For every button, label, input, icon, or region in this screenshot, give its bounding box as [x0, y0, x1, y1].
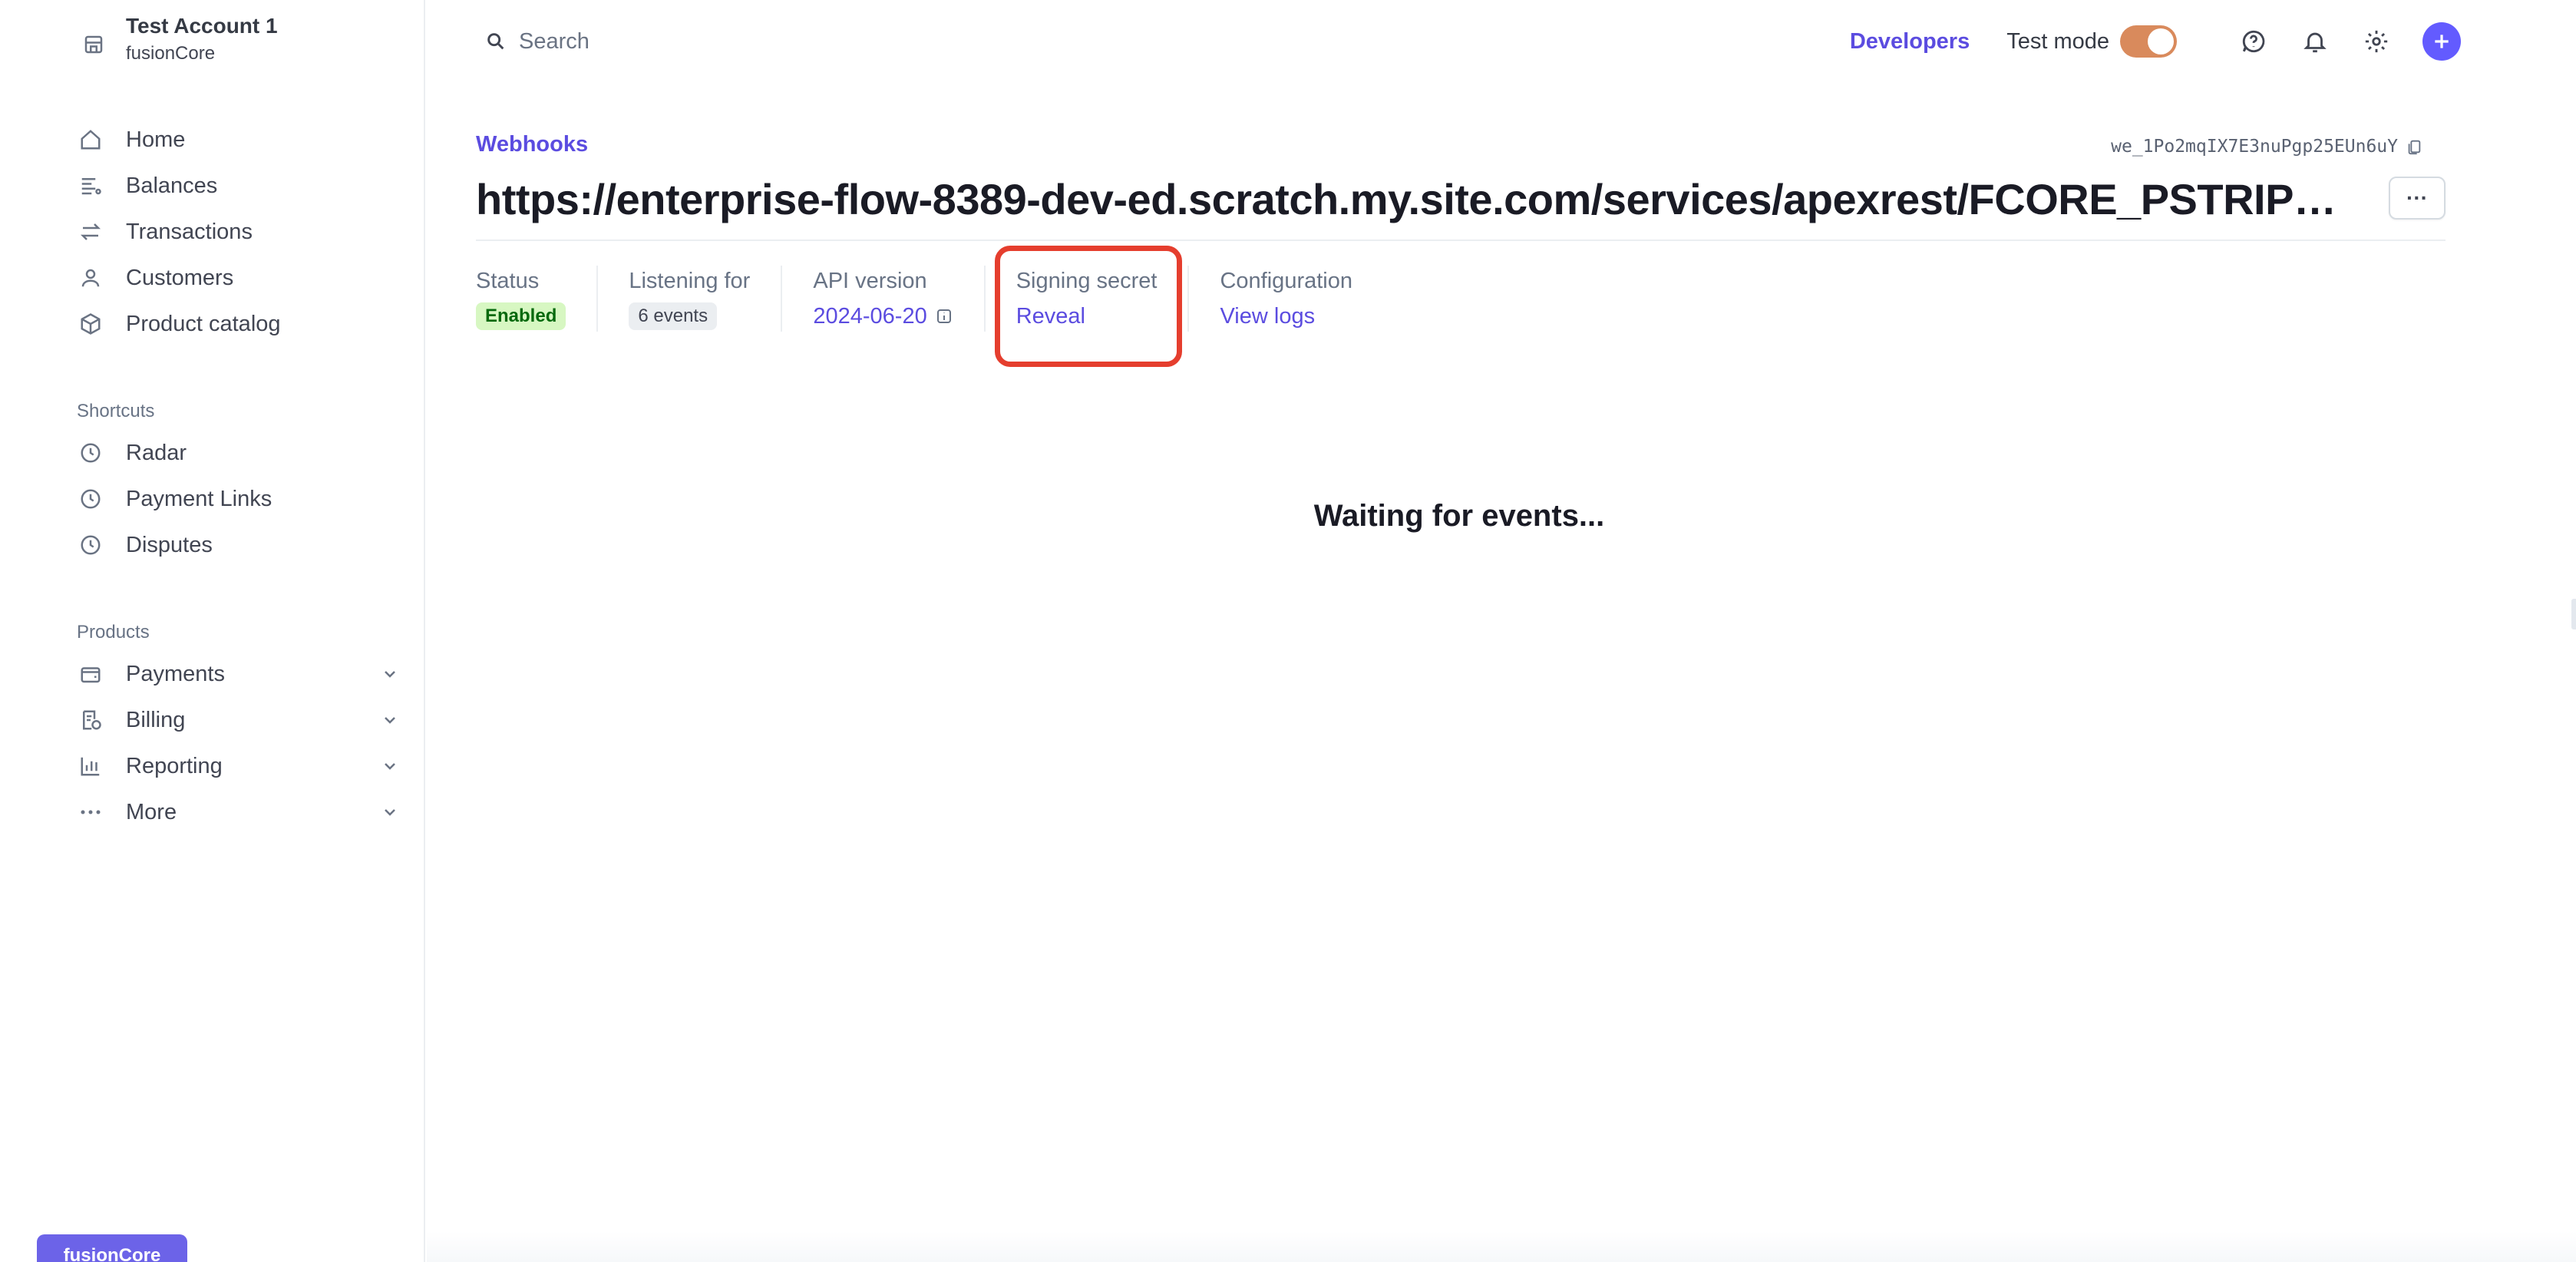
- sidebar-item-label: Payments: [126, 661, 225, 686]
- test-mode-toggle[interactable]: [2120, 25, 2177, 58]
- configuration-label: Configuration: [1220, 269, 1352, 293]
- status-badge: Enabled: [476, 302, 566, 330]
- sidebar: Test Account 1 fusionCore Home Balances …: [0, 0, 425, 1262]
- gear-icon[interactable]: [2361, 26, 2392, 57]
- sidebar-item-label: More: [126, 799, 177, 824]
- clock-icon: [77, 531, 104, 559]
- sidebar-item-reporting[interactable]: Reporting: [77, 743, 399, 789]
- sidebar-item-label: Radar: [126, 440, 187, 465]
- sidebar-item-payments[interactable]: Payments: [77, 651, 399, 697]
- bottom-shade: [427, 1231, 2576, 1262]
- top-bar: Search Developers Test mode: [427, 0, 2576, 83]
- developers-link[interactable]: Developers: [1850, 29, 1970, 55]
- search-icon: [487, 33, 504, 50]
- customers-icon: [77, 264, 104, 292]
- account-name: Test Account 1: [126, 14, 278, 38]
- sidebar-item-disputes[interactable]: Disputes: [77, 522, 399, 568]
- sidebar-item-billing[interactable]: Billing: [77, 697, 399, 743]
- transactions-icon: [77, 218, 104, 246]
- toggle-knob: [2148, 28, 2174, 55]
- info-icon[interactable]: [935, 307, 953, 325]
- shortcuts-nav: Radar Payment Links Disputes: [77, 430, 399, 568]
- clock-icon: [77, 485, 104, 513]
- sidebar-item-label: Product catalog: [126, 311, 281, 336]
- listening-field: Listening for 6 events: [596, 266, 781, 332]
- top-actions: Developers Test mode: [1850, 21, 2461, 61]
- search-input[interactable]: Search: [485, 23, 590, 60]
- chevron-down-icon: [385, 717, 395, 724]
- status-field: Status Enabled: [476, 266, 596, 332]
- webhook-id-text: we_1Po2mqIX7E3nuPgp25EUn6uY: [2111, 137, 2398, 157]
- sidebar-item-transactions[interactable]: Transactions: [77, 209, 399, 255]
- chevron-down-icon: [385, 671, 395, 678]
- help-icon[interactable]: [2238, 26, 2269, 57]
- clock-icon: [77, 439, 104, 467]
- configuration-field: Configuration View logs: [1187, 266, 1383, 332]
- search-placeholder: Search: [519, 28, 590, 54]
- breadcrumb-webhooks[interactable]: Webhooks: [476, 132, 588, 157]
- create-button[interactable]: [2422, 22, 2461, 61]
- product-catalog-icon: [77, 310, 104, 338]
- main-nav: Home Balances Transactions Customers Pro…: [77, 117, 399, 347]
- api-version-value[interactable]: 2024-06-20: [813, 301, 953, 332]
- webhook-meta: Status Enabled Listening for 6 events AP…: [476, 266, 1383, 335]
- store-icon: [77, 28, 111, 61]
- sidebar-item-label: Payment Links: [126, 486, 272, 511]
- wallet-icon: [77, 660, 104, 688]
- api-version-field: API version 2024-06-20: [781, 266, 983, 332]
- home-icon: [77, 126, 104, 154]
- sidebar-item-label: Transactions: [126, 219, 253, 244]
- sidebar-item-label: Billing: [126, 707, 186, 732]
- more-actions-button[interactable]: ···: [2389, 177, 2446, 220]
- test-mode-label: Test mode: [2006, 28, 2109, 54]
- sidebar-item-label: Balances: [126, 173, 218, 198]
- products-nav: Payments Billing Reporting More: [77, 651, 399, 835]
- more-dots-icon: [77, 798, 104, 826]
- copy-icon[interactable]: [2406, 138, 2422, 155]
- account-subtitle: fusionCore: [126, 43, 216, 64]
- edge-handle[interactable]: [2571, 599, 2576, 629]
- sidebar-item-more[interactable]: More: [77, 789, 399, 835]
- chevron-down-icon: [385, 763, 395, 770]
- sidebar-item-label: Home: [126, 127, 186, 152]
- divider: [476, 240, 2446, 241]
- chevron-down-icon: [385, 809, 395, 816]
- sidebar-item-label: Reporting: [126, 753, 223, 778]
- billing-icon: [77, 706, 104, 734]
- sidebar-item-payment-links[interactable]: Payment Links: [77, 476, 399, 522]
- sidebar-item-product-catalog[interactable]: Product catalog: [77, 301, 399, 347]
- products-heading: Products: [77, 622, 150, 643]
- plus-icon: [2435, 35, 2449, 48]
- events-count-badge[interactable]: 6 events: [629, 302, 718, 330]
- sidebar-item-radar[interactable]: Radar: [77, 430, 399, 476]
- sandbox-pill[interactable]: fusionCore: [37, 1234, 187, 1262]
- empty-state-text: Waiting for events...: [1313, 499, 1605, 533]
- sidebar-item-customers[interactable]: Customers: [77, 255, 399, 301]
- api-version-link[interactable]: 2024-06-20: [813, 301, 926, 332]
- highlight-box: [995, 246, 1182, 367]
- page-title: https://enterprise-flow-8389-dev-ed.scra…: [476, 175, 2349, 223]
- api-version-label: API version: [813, 269, 927, 293]
- sidebar-item-label: Disputes: [126, 532, 213, 557]
- account-switcher[interactable]: Test Account 1 fusionCore: [77, 11, 278, 66]
- sidebar-item-home[interactable]: Home: [77, 117, 399, 163]
- status-label: Status: [476, 269, 540, 293]
- balances-icon: [77, 172, 104, 200]
- listening-label: Listening for: [629, 269, 751, 293]
- view-logs-link[interactable]: View logs: [1220, 301, 1352, 332]
- webhook-id[interactable]: we_1Po2mqIX7E3nuPgp25EUn6uY: [2111, 137, 2422, 157]
- bell-icon[interactable]: [2300, 26, 2330, 57]
- sidebar-item-balances[interactable]: Balances: [77, 163, 399, 209]
- bar-chart-icon: [77, 752, 104, 780]
- sidebar-item-label: Customers: [126, 265, 234, 290]
- shortcuts-heading: Shortcuts: [77, 401, 155, 421]
